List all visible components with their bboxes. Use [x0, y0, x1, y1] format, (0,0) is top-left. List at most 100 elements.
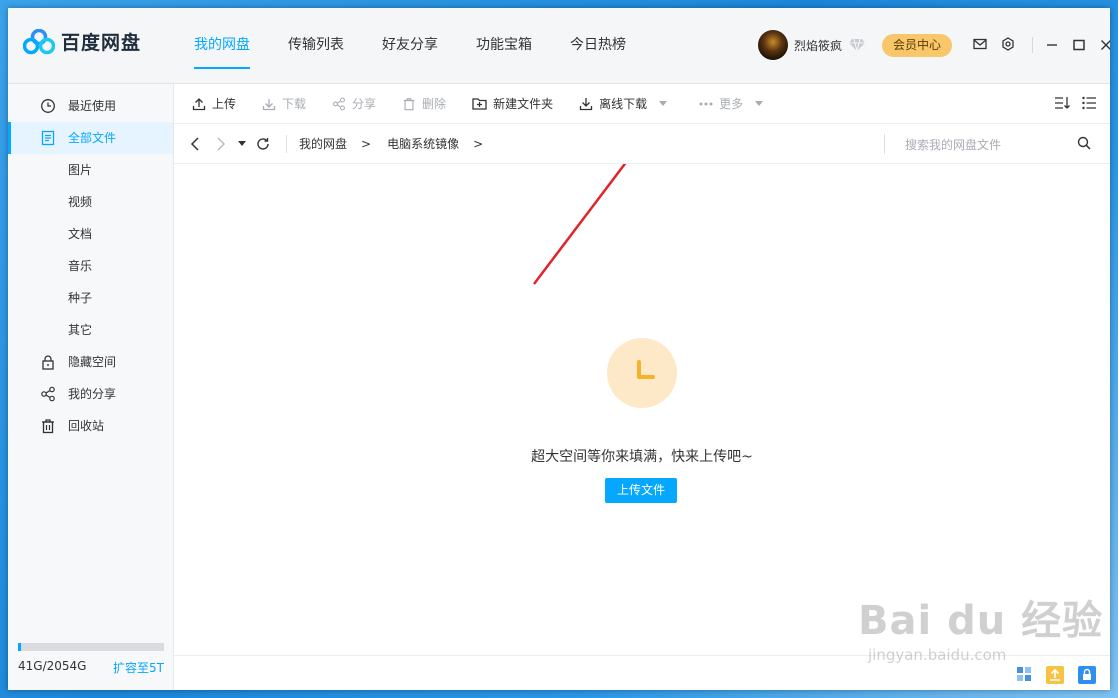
- delete-button[interactable]: 删除: [402, 95, 446, 112]
- search-icon[interactable]: [1077, 136, 1091, 150]
- more-label: 更多: [719, 97, 744, 111]
- watermark: Bai du 经验 jingyan.baidu.com: [858, 588, 1103, 664]
- sidebar: 最近使用 全部文件 图片 视频 文档 音乐 种子 其它 隐藏空间 我的分享 回收…: [8, 84, 174, 690]
- title-bar: 百度网盘 我的网盘 传输列表 好友分享 功能宝箱 今日热榜 烈焰筱疯 会员中心: [8, 8, 1110, 84]
- sidebar-item-videos[interactable]: 视频: [8, 186, 173, 218]
- apps-icon[interactable]: [1016, 666, 1032, 684]
- search-box: [884, 134, 1097, 156]
- annotation-arrow: [533, 164, 627, 285]
- app-window: 百度网盘 我的网盘 传输列表 好友分享 功能宝箱 今日热榜 烈焰筱疯 会员中心: [8, 8, 1110, 690]
- quota-progress-bar: [18, 643, 164, 651]
- sidebar-item-documents[interactable]: 文档: [8, 218, 173, 250]
- chevron-down-icon[interactable]: [659, 100, 668, 107]
- upload-icon: [192, 97, 206, 110]
- avatar[interactable]: [758, 30, 788, 60]
- sidebar-item-music[interactable]: 音乐: [8, 250, 173, 282]
- upload-tray-icon[interactable]: [1046, 666, 1064, 684]
- quota-text: 41G/2054G: [18, 659, 87, 673]
- file-list-area: 超大空间等你来填满，快来上传吧~ 上传文件: [174, 164, 1110, 654]
- back-icon[interactable]: [190, 136, 200, 151]
- close-icon[interactable]: [1099, 38, 1110, 52]
- app-title: 百度网盘: [61, 32, 142, 54]
- vip-center-button[interactable]: 会员中心: [882, 34, 952, 57]
- sort-icon[interactable]: [1054, 96, 1070, 110]
- forward-icon[interactable]: [216, 136, 226, 151]
- chevron-down-icon[interactable]: [755, 100, 764, 107]
- lock-icon: [42, 355, 54, 370]
- sidebar-item-all-files[interactable]: 全部文件: [8, 122, 173, 154]
- sidebar-item-recycle-bin[interactable]: 回收站: [8, 410, 173, 442]
- watermark-logo: Bai du 经验: [858, 598, 1104, 644]
- sidebar-item-recent[interactable]: 最近使用: [8, 90, 173, 122]
- clock-icon: [41, 99, 55, 113]
- tab-friend-share[interactable]: 好友分享: [369, 8, 451, 83]
- title-icons: [973, 37, 1029, 51]
- expand-storage-link[interactable]: 扩容至5T: [113, 659, 164, 676]
- share-icon: [333, 97, 345, 110]
- trash-icon: [403, 97, 415, 110]
- sidebar-item-torrents[interactable]: 种子: [8, 282, 173, 314]
- divider: [1032, 37, 1033, 53]
- sidebar-item-label: 我的分享: [68, 387, 117, 401]
- main-nav: 我的网盘 传输列表 好友分享 功能宝箱 今日热榜: [181, 8, 651, 83]
- status-icons: [1002, 666, 1096, 684]
- quota-progress-fill: [18, 643, 21, 651]
- breadcrumb-item-my-disk[interactable]: 我的网盘: [299, 135, 347, 152]
- sidebar-item-label: 最近使用: [68, 99, 117, 113]
- tab-hot-list[interactable]: 今日热榜: [557, 8, 639, 83]
- new-folder-label: 新建文件夹: [493, 97, 554, 111]
- history-dropdown-icon[interactable]: [238, 140, 246, 147]
- username[interactable]: 烈焰筱疯: [794, 37, 842, 54]
- new-folder-button[interactable]: 新建文件夹: [472, 95, 553, 112]
- offline-download-button[interactable]: 离线下载: [579, 95, 673, 112]
- share-icon: [41, 386, 55, 402]
- refresh-icon[interactable]: [256, 137, 270, 151]
- breadcrumb-item-current[interactable]: 电脑系统镜像: [387, 135, 459, 152]
- share-button[interactable]: 分享: [332, 95, 376, 112]
- tab-toolbox[interactable]: 功能宝箱: [463, 8, 545, 83]
- offline-download-label: 离线下载: [599, 97, 648, 111]
- breadcrumb-separator: >: [473, 136, 484, 151]
- file-toolbar: 上传 下载 分享 删除 新建文件夹 离线下载 更多: [174, 84, 1110, 124]
- storage-quota: 41G/2054G 扩容至5T: [18, 643, 164, 676]
- lock-tray-icon[interactable]: [1078, 666, 1096, 684]
- breadcrumb-separator: >: [361, 136, 372, 151]
- sidebar-item-label: 全部文件: [68, 131, 117, 145]
- sidebar-item-images[interactable]: 图片: [8, 154, 173, 186]
- watermark-url: jingyan.baidu.com: [868, 646, 1007, 664]
- view-controls: [1042, 96, 1096, 110]
- sidebar-item-label: 隐藏空间: [68, 355, 117, 369]
- settings-icon[interactable]: [1001, 37, 1015, 51]
- diamond-icon: [849, 38, 866, 52]
- sidebar-item-other[interactable]: 其它: [8, 314, 173, 346]
- list-view-icon[interactable]: [1082, 96, 1096, 110]
- delete-label: 删除: [422, 97, 447, 111]
- download-icon: [262, 98, 276, 110]
- address-bar: 我的网盘 > 电脑系统镜像 >: [174, 124, 1110, 164]
- download-label: 下载: [282, 97, 307, 111]
- file-icon: [41, 130, 55, 146]
- search-input[interactable]: [903, 134, 1077, 156]
- offline-download-icon: [579, 97, 593, 110]
- sidebar-item-label: 回收站: [68, 419, 105, 433]
- sidebar-item-my-share[interactable]: 我的分享: [8, 378, 173, 410]
- share-label: 分享: [352, 97, 377, 111]
- trash-icon: [42, 419, 54, 434]
- download-button[interactable]: 下载: [262, 95, 306, 112]
- upload-button[interactable]: 上传: [192, 95, 236, 112]
- new-folder-icon: [472, 98, 487, 110]
- maximize-icon[interactable]: [1072, 38, 1086, 52]
- more-icon: [699, 102, 713, 105]
- baidu-cloud-logo-icon: [23, 28, 55, 54]
- app-logo: 百度网盘: [23, 28, 141, 55]
- tab-transfer-list[interactable]: 传输列表: [275, 8, 357, 83]
- mail-icon[interactable]: [973, 38, 987, 50]
- sidebar-item-hidden-space[interactable]: 隐藏空间: [8, 346, 173, 378]
- more-button[interactable]: 更多: [699, 95, 769, 112]
- upload-label: 上传: [212, 97, 237, 111]
- minimize-icon[interactable]: [1045, 38, 1059, 52]
- user-info[interactable]: 烈焰筱疯: [758, 30, 866, 60]
- tab-my-disk[interactable]: 我的网盘: [181, 8, 263, 83]
- breadcrumb: 我的网盘 > 电脑系统镜像 >: [287, 135, 483, 152]
- window-controls: [1032, 37, 1110, 53]
